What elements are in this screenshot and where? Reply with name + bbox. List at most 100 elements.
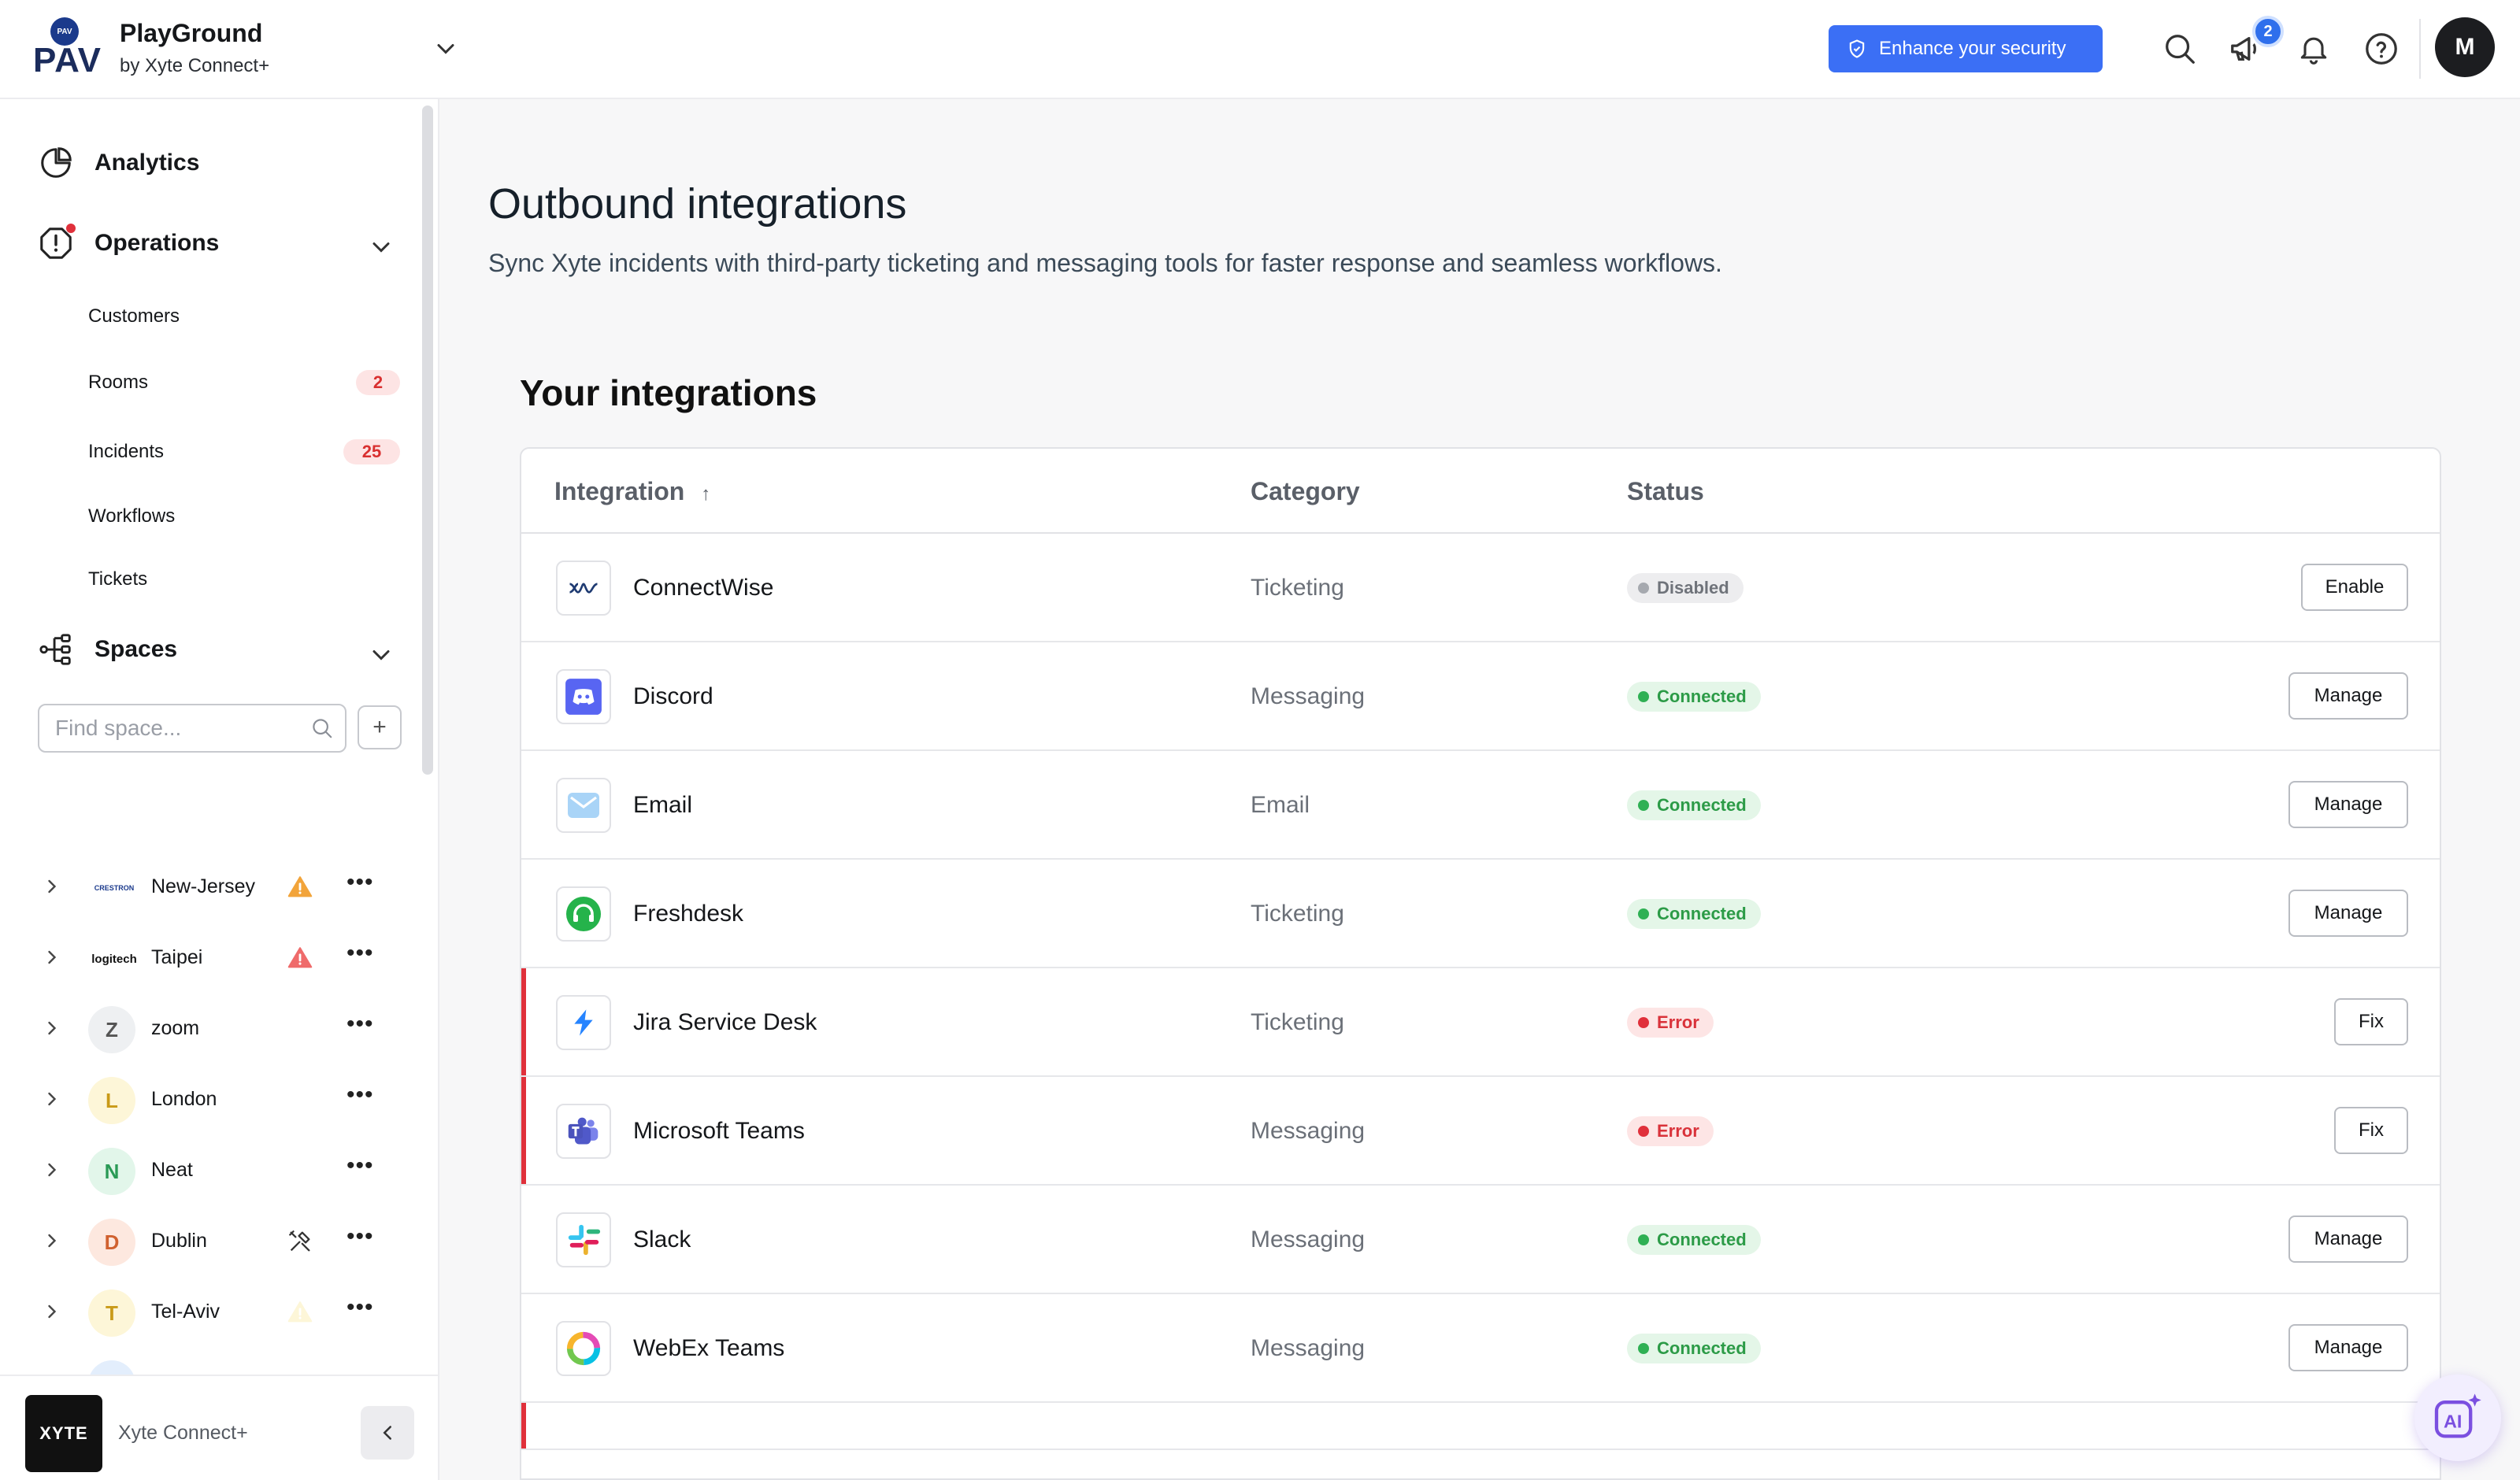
top-header: PAV PAV PlayGround by Xyte Connect+ Enha… — [0, 0, 2520, 99]
collapse-sidebar-button[interactable] — [361, 1406, 414, 1460]
table-row[interactable]: Slack Messaging Connected Manage — [521, 1186, 2440, 1294]
space-name: New-Jersey — [151, 875, 255, 897]
nav-incidents[interactable]: Incidents — [88, 441, 164, 463]
table-row[interactable]: Discord Messaging Connected Manage — [521, 642, 2440, 751]
manage-button[interactable]: Manage — [2288, 1324, 2408, 1371]
space-name: Tel-Aviv — [151, 1301, 220, 1323]
shield-check-icon — [1849, 39, 1865, 58]
xyte-product-name: Xyte Connect+ — [118, 1422, 248, 1444]
more-options-icon[interactable]: ••• — [346, 871, 374, 894]
space-item[interactable]: N Neat ••• — [0, 1143, 425, 1198]
space-item[interactable]: D Dublin ••• — [0, 1214, 425, 1269]
table-row[interactable]: WebEx Teams Messaging Connected Manage — [521, 1294, 2440, 1403]
operations-chevron-down-icon[interactable] — [367, 233, 395, 261]
enhance-security-button[interactable]: Enhance your security — [1829, 25, 2103, 72]
spaces-chevron-down-icon[interactable] — [367, 641, 395, 669]
chevron-right-icon[interactable] — [41, 1159, 63, 1181]
space-avatar: CRESTRON — [94, 884, 135, 892]
sort-ascending-icon: ↑ — [701, 483, 711, 505]
space-avatar: L — [88, 1077, 135, 1124]
search-icon[interactable] — [2159, 28, 2200, 69]
xyte-logo: XYTE — [25, 1395, 102, 1472]
tools-icon — [287, 1228, 313, 1259]
nav-operations-label: Operations — [94, 230, 220, 256]
chevron-right-icon[interactable] — [41, 1088, 63, 1110]
column-header-integration[interactable]: Integration ↑ — [554, 477, 710, 506]
manage-button[interactable]: Manage — [2288, 1215, 2408, 1263]
more-options-icon[interactable]: ••• — [346, 1083, 374, 1107]
find-space-input[interactable]: Find space... — [38, 704, 346, 753]
table-header-row: Integration ↑ Category Status — [521, 449, 2440, 534]
nav-spaces[interactable]: Spaces — [38, 631, 177, 668]
sidebar-footer: XYTE Xyte Connect+ — [0, 1375, 438, 1480]
status-label: Disabled — [1657, 578, 1729, 598]
page-subtitle: Sync Xyte incidents with third-party tic… — [488, 249, 1722, 277]
nav-workflows[interactable]: Workflows — [88, 505, 175, 527]
hierarchy-icon — [39, 634, 71, 665]
space-item[interactable]: logitech Taipei ••• — [0, 931, 425, 986]
table-row[interactable]: Microsoft Teams Messaging Error Fix — [521, 1077, 2440, 1186]
status-dot — [1638, 1017, 1649, 1028]
enable-button[interactable]: Enable — [2301, 564, 2408, 611]
status-badge: Connected — [1627, 1334, 1761, 1363]
integration-category: Messaging — [1251, 1118, 1366, 1144]
status-label: Connected — [1657, 904, 1747, 923]
integration-name: Microsoft Teams — [633, 1118, 805, 1144]
space-item[interactable]: L London ••• — [0, 1072, 425, 1127]
integration-name: Email — [633, 792, 693, 818]
status-dot — [1638, 800, 1649, 811]
status-label: Connected — [1657, 1338, 1747, 1358]
bell-icon[interactable] — [2293, 28, 2334, 69]
incidents-count-badge: 25 — [343, 439, 400, 464]
manage-button[interactable]: Manage — [2288, 781, 2408, 828]
org-logo[interactable]: PAV PAV — [33, 17, 101, 80]
org-name[interactable]: PlayGround — [120, 19, 262, 48]
nav-analytics[interactable]: Analytics — [38, 145, 199, 181]
ai-assistant-button[interactable]: AI — [2414, 1375, 2501, 1461]
column-header-status[interactable]: Status — [1627, 477, 1704, 506]
org-switcher-chevron-icon[interactable] — [432, 35, 460, 63]
more-options-icon[interactable]: ••• — [346, 1296, 374, 1319]
status-dot — [1638, 1343, 1649, 1354]
user-avatar[interactable]: M — [2435, 17, 2495, 77]
manage-button[interactable]: Manage — [2288, 890, 2408, 937]
jira-icon — [556, 995, 611, 1050]
status-badge: Connected — [1627, 899, 1761, 929]
org-subtitle: by Xyte Connect+ — [120, 55, 270, 76]
more-options-icon[interactable]: ••• — [346, 942, 374, 965]
chevron-right-icon[interactable] — [41, 1230, 63, 1252]
status-badge: Error — [1627, 1008, 1714, 1038]
enhance-security-label: Enhance your security — [1879, 38, 2066, 59]
more-options-icon[interactable]: ••• — [346, 1012, 374, 1036]
manage-button[interactable]: Manage — [2288, 672, 2408, 720]
more-options-icon[interactable]: ••• — [346, 1225, 374, 1249]
add-space-button[interactable]: + — [358, 705, 402, 749]
table-row[interactable]: Freshdesk Ticketing Connected Manage — [521, 860, 2440, 968]
nav-tickets[interactable]: Tickets — [88, 568, 147, 590]
chevron-right-icon[interactable] — [41, 946, 63, 968]
space-name: London — [151, 1088, 217, 1110]
table-row[interactable]: ConnectWise Ticketing Disabled Enable — [521, 534, 2440, 642]
space-item[interactable]: T Tel-Aviv ••• — [0, 1285, 425, 1340]
nav-rooms[interactable]: Rooms — [88, 372, 148, 394]
table-row[interactable]: Jira Service Desk Ticketing Error Fix — [521, 968, 2440, 1077]
space-item[interactable]: Z zoom ••• — [0, 1001, 425, 1056]
sidebar-scrollbar[interactable] — [422, 105, 433, 775]
help-icon[interactable] — [2361, 28, 2402, 69]
rooms-count-badge: 2 — [356, 370, 400, 395]
column-header-category[interactable]: Category — [1251, 477, 1360, 506]
table-row[interactable] — [521, 1403, 2440, 1450]
chevron-right-icon[interactable] — [41, 1301, 63, 1323]
fix-button[interactable]: Fix — [2334, 998, 2408, 1045]
nav-customers[interactable]: Customers — [88, 305, 180, 327]
more-options-icon[interactable]: ••• — [346, 1154, 374, 1178]
freshdesk-icon — [556, 886, 611, 942]
space-item[interactable]: CRESTRON New-Jersey ••• — [0, 860, 425, 915]
chevron-right-icon[interactable] — [41, 1017, 63, 1039]
nav-operations[interactable]: Operations — [38, 224, 220, 261]
chevron-right-icon[interactable] — [41, 875, 63, 897]
find-space-placeholder: Find space... — [55, 716, 182, 740]
fix-button[interactable]: Fix — [2334, 1107, 2408, 1154]
table-row[interactable]: Email Email Connected Manage — [521, 751, 2440, 860]
nav-analytics-label: Analytics — [94, 150, 200, 176]
